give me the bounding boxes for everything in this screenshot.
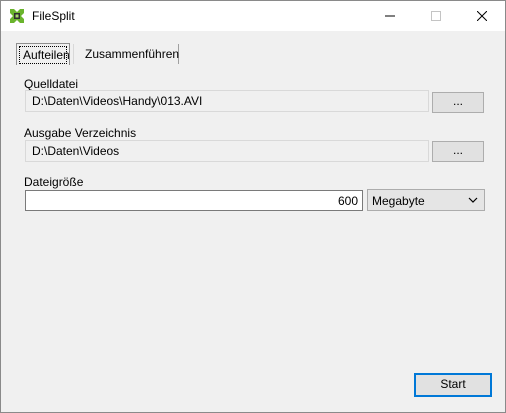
- title-bar[interactable]: FileSplit: [1, 1, 505, 31]
- source-label: Quelldatei: [24, 77, 79, 91]
- output-dir-field[interactable]: D:\Daten\Videos: [25, 140, 429, 162]
- minimize-icon: [385, 15, 395, 17]
- close-button[interactable]: [459, 1, 505, 31]
- maximize-button[interactable]: [413, 1, 459, 31]
- filesize-label: Dateigröße: [24, 175, 84, 189]
- tab-label: Zusammenführen: [85, 47, 180, 61]
- app-split-icon: [9, 8, 25, 24]
- chevron-down-icon: [468, 197, 478, 203]
- start-button[interactable]: Start: [414, 373, 492, 397]
- unit-select[interactable]: Megabyte: [367, 189, 485, 211]
- source-path-field[interactable]: D:\Daten\Videos\Handy\013.AVI: [25, 90, 429, 112]
- tab-focus-rect: [19, 46, 67, 64]
- browse-source-button[interactable]: ...: [432, 92, 484, 113]
- maximize-icon: [431, 11, 441, 21]
- window-title: FileSplit: [32, 9, 75, 23]
- filesize-input[interactable]: 600: [25, 190, 363, 211]
- unit-select-value: Megabyte: [372, 194, 425, 208]
- tab-zusammenfuehren[interactable]: Zusammenführen: [73, 44, 179, 64]
- minimize-button[interactable]: [367, 1, 413, 31]
- filesplit-window: FileSplit Aufteilen Zusammenführen Quell…: [0, 0, 506, 413]
- output-dir-label: Ausgabe Verzeichnis: [24, 126, 137, 140]
- close-icon: [477, 11, 487, 21]
- tab-aufteilen[interactable]: Aufteilen: [16, 43, 70, 65]
- browse-output-button[interactable]: ...: [432, 141, 484, 162]
